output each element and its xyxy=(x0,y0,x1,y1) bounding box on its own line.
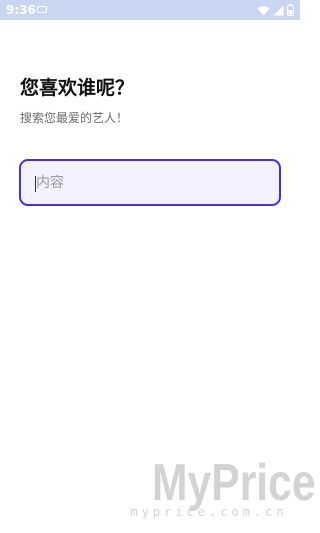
page-subtitle: 搜索您最爱的艺人！ xyxy=(20,111,129,125)
status-icons xyxy=(257,3,294,17)
status-bar: 9:36 xyxy=(0,0,300,20)
watermark-logo: MyPrice xyxy=(152,454,316,512)
watermark: MyPrice myprice.com.cn xyxy=(120,454,316,519)
page-title: 您喜欢谁呢？ xyxy=(20,77,135,99)
signal-icon xyxy=(273,5,284,16)
battery-icon xyxy=(287,4,294,16)
search-input[interactable] xyxy=(36,161,276,204)
notification-icon xyxy=(37,6,47,13)
wifi-icon xyxy=(257,5,270,16)
screen: 9:36 您喜欢谁呢？ 搜索您最爱的艺人！ 内容 MyPrice myprice… xyxy=(0,0,316,533)
search-box[interactable] xyxy=(19,159,281,206)
status-time: 9:36 xyxy=(6,3,36,17)
